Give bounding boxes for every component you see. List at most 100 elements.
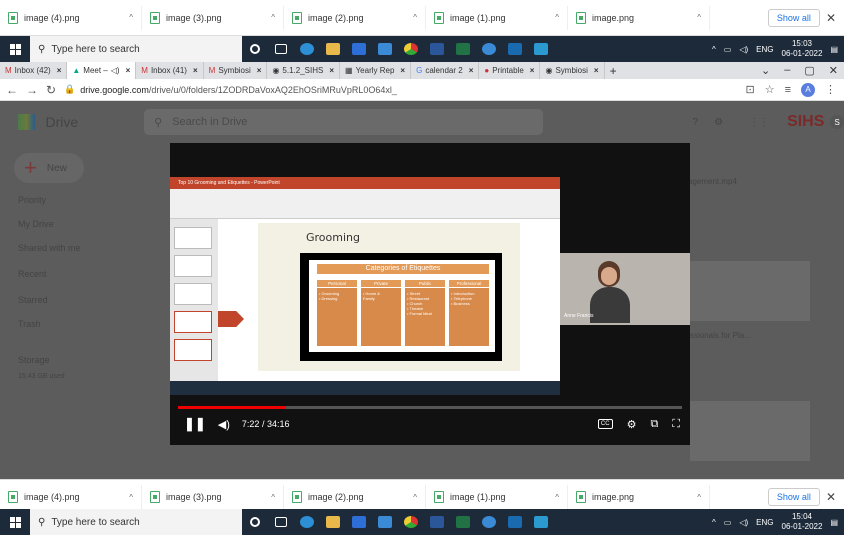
slide-thumb[interactable]: [174, 283, 212, 305]
download-item[interactable]: image (3).png ^: [142, 485, 284, 509]
maximize-icon[interactable]: ▢: [804, 64, 814, 77]
close-icon[interactable]: ✕: [826, 11, 836, 25]
nav-trash[interactable]: Trash: [18, 319, 128, 329]
app-icon[interactable]: [528, 509, 554, 535]
video-player[interactable]: Top 10 Grooming and Etiquettes - PowerPo…: [170, 143, 690, 445]
store-icon[interactable]: [346, 36, 372, 62]
download-item[interactable]: image (4).png ^: [0, 5, 142, 30]
extensions-icon[interactable]: ≡: [785, 84, 791, 96]
close-icon[interactable]: ×: [530, 66, 535, 75]
slide-thumb[interactable]: [174, 227, 212, 249]
nav-starred[interactable]: Starred: [18, 295, 128, 305]
volume-icon[interactable]: ◁): [739, 45, 748, 54]
drive-search[interactable]: ⚲ Search in Drive: [144, 109, 543, 135]
download-item[interactable]: image (3).png ^: [142, 5, 284, 30]
file-explorer-icon[interactable]: [320, 36, 346, 62]
windows-start-icon[interactable]: [0, 509, 30, 535]
download-item[interactable]: image (2).png ^: [284, 5, 426, 30]
show-all-button[interactable]: Show all: [767, 488, 820, 506]
tab-meet[interactable]: ▲ Meet – ◁) ×: [67, 62, 137, 79]
word-icon[interactable]: [424, 36, 450, 62]
network-icon[interactable]: ▭: [724, 518, 732, 527]
menu-icon[interactable]: ⋮: [825, 83, 836, 96]
close-icon[interactable]: ×: [329, 66, 334, 75]
download-item[interactable]: image (1).png ^: [426, 5, 568, 30]
volume-icon[interactable]: ◁): [739, 518, 748, 527]
chevron-up-icon[interactable]: ^: [697, 13, 701, 22]
network-icon[interactable]: ▭: [724, 45, 732, 54]
download-item[interactable]: image.png ^: [568, 485, 710, 509]
minimize-icon[interactable]: –: [784, 64, 790, 77]
chevron-up-icon[interactable]: ^: [129, 13, 133, 22]
edge-icon[interactable]: [294, 36, 320, 62]
close-icon[interactable]: ×: [126, 66, 131, 75]
thumbnail[interactable]: [690, 401, 810, 461]
photos-icon[interactable]: [502, 509, 528, 535]
close-icon[interactable]: ×: [594, 66, 599, 75]
progress-bar[interactable]: [178, 406, 682, 409]
tab-gmail[interactable]: M Inbox (42) ×: [0, 62, 68, 79]
store-icon[interactable]: [346, 509, 372, 535]
close-icon[interactable]: ✕: [829, 64, 838, 77]
back-icon[interactable]: ←: [6, 83, 18, 97]
task-view-icon[interactable]: [268, 509, 294, 535]
chevron-up-icon[interactable]: ^: [712, 518, 716, 527]
gear-icon[interactable]: ⚙: [627, 418, 637, 431]
download-item[interactable]: image (1).png ^: [426, 485, 568, 509]
file-explorer-icon[interactable]: [320, 509, 346, 535]
app-icon[interactable]: [528, 36, 554, 62]
download-item[interactable]: image.png ^: [568, 5, 710, 30]
close-icon[interactable]: ✕: [826, 490, 836, 504]
chevron-up-icon[interactable]: ^: [271, 493, 275, 502]
reload-icon[interactable]: ↻: [46, 83, 56, 97]
chevron-up-icon[interactable]: ^: [413, 13, 417, 22]
tab-document[interactable]: ◉ 5.1.2_SIHS ×: [267, 62, 341, 79]
cortana-icon[interactable]: [242, 509, 268, 535]
notification-icon[interactable]: ▤: [830, 518, 838, 527]
slide-thumb[interactable]: [174, 311, 212, 333]
new-button[interactable]: + New: [14, 153, 84, 183]
taskbar-search[interactable]: ⚲ Type here to search: [30, 36, 242, 62]
volume-icon[interactable]: ◀): [218, 418, 230, 431]
avatar[interactable]: S: [830, 115, 844, 129]
gear-icon[interactable]: ⚙: [714, 117, 723, 128]
thumbnail[interactable]: [690, 261, 810, 321]
chevron-up-icon[interactable]: ^: [271, 13, 275, 22]
close-icon[interactable]: ×: [400, 66, 405, 75]
captions-icon[interactable]: CC: [597, 419, 613, 429]
notification-icon[interactable]: ▤: [830, 45, 838, 54]
chevron-up-icon[interactable]: ^: [555, 493, 559, 502]
chevron-up-icon[interactable]: ^: [129, 493, 133, 502]
clock[interactable]: 15:03 06-01-2022: [782, 39, 823, 59]
nav-priority[interactable]: Priority: [18, 195, 128, 205]
tab-printable[interactable]: ● Printable ×: [479, 62, 541, 79]
url-field[interactable]: 🔒 drive.google.com/drive/u/0/folders/1ZOD…: [64, 84, 397, 95]
tab-symbiosis-2[interactable]: ◉ Symbiosi ×: [540, 62, 605, 79]
share-icon[interactable]: ⊡: [745, 83, 754, 96]
taskbar-search[interactable]: ⚲ Type here to search: [30, 509, 242, 535]
excel-icon[interactable]: [450, 36, 476, 62]
miniplayer-icon[interactable]: ⧉: [650, 418, 658, 431]
chrome-icon[interactable]: [398, 36, 424, 62]
speaker-icon[interactable]: ◁): [111, 66, 120, 75]
fullscreen-icon[interactable]: ⛶: [672, 418, 680, 431]
chevron-up-icon[interactable]: ^: [697, 493, 701, 502]
slide-thumb[interactable]: [174, 339, 212, 361]
chevron-up-icon[interactable]: ^: [413, 493, 417, 502]
chevron-up-icon[interactable]: ^: [555, 13, 559, 22]
mail-icon[interactable]: [372, 509, 398, 535]
chevron-down-icon[interactable]: ⌄: [761, 64, 770, 77]
close-icon[interactable]: ×: [57, 66, 62, 75]
nav-storage[interactable]: Storage: [18, 355, 128, 365]
close-icon[interactable]: ×: [469, 66, 474, 75]
download-item[interactable]: image (2).png ^: [284, 485, 426, 509]
tab-yearly-report[interactable]: ▦ Yearly Rep ×: [340, 62, 412, 79]
close-icon[interactable]: ×: [193, 66, 198, 75]
chevron-up-icon[interactable]: ^: [712, 45, 716, 54]
help-icon[interactable]: [476, 36, 502, 62]
close-icon[interactable]: ×: [257, 66, 262, 75]
star-icon[interactable]: ☆: [765, 83, 775, 96]
help-icon[interactable]: [476, 509, 502, 535]
tab-calendar[interactable]: Gcalendar 2 ×: [411, 62, 480, 79]
word-icon[interactable]: [424, 509, 450, 535]
